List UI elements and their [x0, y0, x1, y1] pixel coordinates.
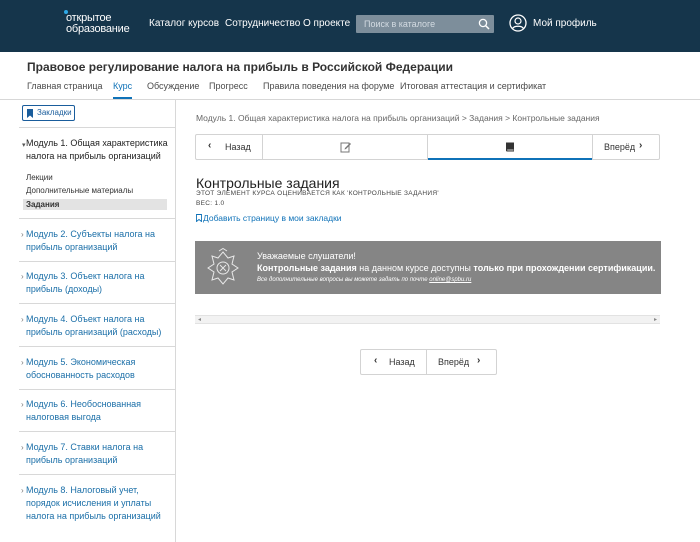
notice-main-text: Контрольные задания на данном курсе дост…	[257, 263, 655, 273]
scroll-left-icon[interactable]: ◂	[198, 316, 201, 323]
unit-title: Контрольные задания	[196, 175, 340, 191]
sequence-nav: ‹ Назад Вперёд ›	[195, 134, 660, 160]
notice-bold-assignments: Контрольные задания	[257, 263, 357, 273]
prev-label: Назад	[225, 142, 251, 152]
sidebar-current-module[interactable]: ▾ Модуль 1. Общая характеристика налога …	[22, 137, 171, 163]
bookmarks-label: Закладки	[37, 108, 72, 117]
active-sequence-indicator	[428, 158, 592, 160]
chevron-right-icon: ›	[21, 358, 24, 367]
breadcrumb: Модуль 1. Общая характеристика налога на…	[196, 113, 600, 123]
chevron-right-icon: ›	[21, 400, 24, 409]
sequence-next-button[interactable]: Вперёд ›	[593, 135, 660, 159]
sidebar-item-lectures[interactable]: Лекции	[26, 173, 53, 182]
sequence-item-active[interactable]	[428, 135, 593, 160]
scroll-right-icon[interactable]: ▸	[654, 316, 657, 323]
sidebar-divider	[19, 127, 176, 128]
sidebar-divider	[19, 431, 176, 432]
module-label: Модуль 7. Ставки налога на прибыль орган…	[26, 442, 144, 465]
grading-note: ЭТОТ ЭЛЕМЕНТ КУРСА ОЦЕНИВАЕТСЯ КАК 'КОНТ…	[196, 190, 439, 197]
next-label: Вперёд	[604, 142, 636, 152]
sidebar-divider	[19, 474, 176, 475]
sidebar-module-2[interactable]: › Модуль 2. Субъекты налога на прибыль о…	[21, 228, 171, 254]
search-input[interactable]	[356, 15, 474, 33]
bottom-sequence-nav: ‹ Назад Вперёд ›	[360, 349, 497, 375]
sidebar-divider	[19, 389, 176, 390]
chevron-right-icon: ›	[21, 315, 24, 324]
sidebar-item-extra-materials[interactable]: Дополнительные материалы	[26, 186, 133, 195]
notice-contact: Все дополнительные вопросы вы можете зад…	[257, 277, 471, 283]
logo-dot	[64, 10, 68, 14]
chevron-left-icon: ‹	[208, 140, 212, 151]
tab-forum-rules[interactable]: Правила поведения на форуме	[263, 81, 394, 100]
module-label: Модуль 8. Налоговый учет, порядок исчисл…	[26, 485, 161, 521]
bottom-next-button[interactable]: Вперёд ›	[427, 350, 496, 374]
tab-home[interactable]: Главная страница	[27, 81, 103, 100]
tab-progress[interactable]: Прогресс	[209, 81, 248, 100]
book-icon	[506, 142, 514, 152]
current-module-label: Модуль 1. Общая характеристика налога на…	[26, 138, 168, 161]
top-header: открытое образование Каталог курсов Сотр…	[0, 0, 700, 52]
module-label: Модуль 4. Объект налога на прибыль орган…	[26, 314, 162, 337]
search-box	[356, 15, 494, 33]
notice-email-link[interactable]: online@spbu.ru	[429, 277, 471, 283]
chevron-left-icon: ‹	[374, 355, 378, 366]
sidebar-module-3[interactable]: › Модуль 3. Объект налога на прибыль (до…	[21, 270, 171, 296]
bookmarks-button[interactable]: Закладки	[22, 105, 75, 121]
logo[interactable]: открытое образование	[64, 10, 130, 35]
notice-contact-text: Все дополнительные вопросы вы можете зад…	[257, 277, 430, 283]
chevron-right-icon: ›	[21, 443, 24, 452]
sidebar-module-5[interactable]: › Модуль 5. Экономическая обоснованность…	[21, 356, 171, 382]
chevron-right-icon: ›	[477, 355, 481, 366]
horizontal-scrollbar[interactable]: ◂ ▸	[195, 315, 660, 324]
sequence-prev-button[interactable]: ‹ Назад	[196, 135, 263, 159]
chevron-right-icon: ›	[21, 272, 24, 281]
tab-certification[interactable]: Итоговая аттестация и сертификат	[400, 81, 546, 100]
nav-about[interactable]: О проекте	[303, 18, 350, 29]
chevron-right-icon: ›	[21, 230, 24, 239]
notice-bold-certification: только при прохождении сертификации.	[473, 263, 656, 273]
nav-catalog[interactable]: Каталог курсов	[149, 18, 219, 29]
notice-middle-text: на данном курсе доступны	[356, 263, 474, 273]
module-label: Модуль 6. Необоснованная налоговая выгод…	[26, 399, 142, 422]
chevron-right-icon: ›	[639, 140, 643, 151]
sidebar-module-7[interactable]: › Модуль 7. Ставки налога на прибыль орг…	[21, 441, 171, 467]
edit-icon	[340, 142, 351, 153]
module-label: Модуль 5. Экономическая обоснованность р…	[26, 357, 136, 380]
search-icon[interactable]	[478, 18, 490, 30]
tab-discussion[interactable]: Обсуждение	[147, 81, 199, 100]
user-circle-icon[interactable]	[509, 14, 527, 32]
add-bookmark-link[interactable]: Добавить страницу в мои закладки	[196, 213, 342, 223]
sidebar-module-8[interactable]: › Модуль 8. Налоговый учет, порядок исчи…	[21, 484, 171, 523]
profile-link[interactable]: Мой профиль	[533, 18, 597, 29]
sidebar-module-4[interactable]: › Модуль 4. Объект налога на прибыль орг…	[21, 313, 171, 339]
logo-line-2: образование	[66, 23, 130, 35]
bookmark-outline-icon	[196, 214, 202, 222]
tab-course[interactable]: Курс	[113, 81, 133, 100]
add-bookmark-label: Добавить страницу в мои закладки	[203, 213, 342, 223]
chevron-right-icon: ›	[21, 486, 24, 495]
notice-greeting: Уважаемые слушатели!	[257, 251, 356, 261]
university-emblem-icon	[207, 248, 239, 285]
sidebar-divider	[19, 303, 176, 304]
sidebar-item-assignments[interactable]: Задания	[23, 199, 167, 210]
sidebar-divider	[19, 261, 176, 262]
bottom-prev-label: Назад	[389, 357, 415, 367]
bottom-prev-button[interactable]: ‹ Назад	[361, 350, 427, 374]
sidebar-divider	[19, 346, 176, 347]
sidebar-divider	[19, 218, 176, 219]
course-sidebar: Закладки ▾ Модуль 1. Общая характеристик…	[19, 99, 176, 542]
module-label: Модуль 2. Субъекты налога на прибыль орг…	[26, 229, 156, 252]
chevron-down-icon: ▾	[22, 142, 26, 149]
bookmark-icon	[27, 109, 33, 118]
sidebar-module-6[interactable]: › Модуль 6. Необоснованная налоговая выг…	[21, 398, 171, 424]
bottom-next-label: Вперёд	[438, 357, 470, 367]
nav-cooperation[interactable]: Сотрудничество	[225, 18, 300, 29]
module-label: Модуль 3. Объект налога на прибыль (дохо…	[26, 271, 145, 294]
certification-notice: Уважаемые слушатели! Контрольные задания…	[195, 241, 661, 294]
sequence-item-problem[interactable]	[263, 135, 428, 159]
course-title: Правовое регулирование налога на прибыль…	[27, 60, 453, 74]
weight-label: ВЕС: 1.0	[196, 200, 225, 207]
